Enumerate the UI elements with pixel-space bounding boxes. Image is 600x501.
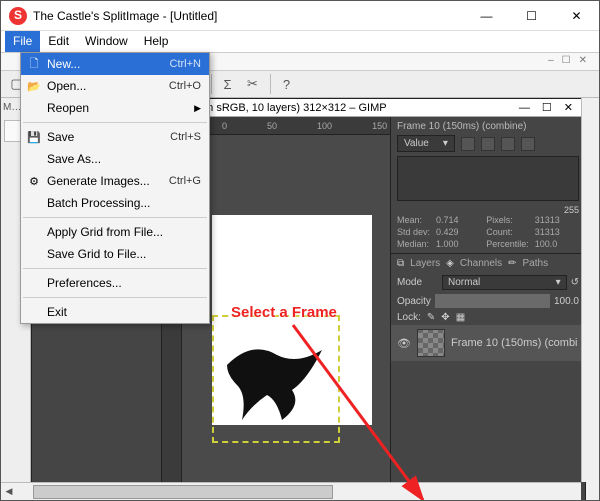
menu-help[interactable]: Help — [136, 31, 177, 52]
mode-label: Mode — [397, 277, 442, 288]
menu-edit[interactable]: Edit — [40, 31, 77, 52]
dock-tabs: ⧉ Layers ◈ Channels ✏ Paths — [391, 254, 585, 273]
histogram-stats: Mean:0.714 Pixels:31313 Std dev:0.429 Co… — [397, 215, 579, 249]
gimp-close-icon[interactable]: ✕ — [564, 101, 573, 114]
menu-item-generate-images[interactable]: ⚙Generate Images...Ctrl+G — [21, 170, 209, 192]
hist-max: 255 — [397, 205, 579, 215]
menu-item-label: Save Grid to File... — [43, 247, 201, 261]
menu-item-label: Save — [43, 130, 170, 144]
menu-window[interactable]: Window — [77, 31, 136, 52]
ruler-x: 050100150 — [182, 117, 390, 135]
menu-item-icon: 🗋 — [25, 55, 43, 74]
histogram-channel[interactable]: Value▾ — [397, 135, 455, 152]
menu-file[interactable]: File — [5, 31, 40, 52]
menu-item-exit[interactable]: Exit — [21, 301, 209, 323]
menu-item-label: Save As... — [43, 152, 201, 166]
help-icon[interactable]: ? — [275, 73, 298, 96]
mdi-close-icon[interactable]: ✕ — [575, 53, 591, 70]
menu-item-label: New... — [43, 57, 170, 71]
annotation-text: Select a Frame — [231, 304, 337, 321]
menu-item-shortcut: Ctrl+N — [170, 58, 201, 70]
menu-item-label: Exit — [43, 305, 201, 319]
menu-item-label: Batch Processing... — [43, 196, 201, 210]
gimp-min-icon[interactable]: — — [519, 102, 530, 114]
menu-item-shortcut: Ctrl+O — [169, 80, 201, 92]
file-menu-dropdown: 🗋New...Ctrl+N📂Open...Ctrl+OReopen▶💾SaveC… — [20, 52, 210, 324]
lock-label: Lock: — [397, 312, 421, 323]
menu-item-icon: 💾 — [25, 131, 43, 144]
scroll-left-icon[interactable]: ◀ — [1, 484, 17, 500]
menu-item-shortcut: Ctrl+S — [170, 131, 201, 143]
mode-select[interactable]: Normal▾ — [442, 275, 567, 290]
menu-item-label: Apply Grid from File... — [43, 225, 201, 239]
frame-label: Frame 10 (150ms) (combine) — [397, 121, 579, 132]
menu-item-save-grid-to-file[interactable]: Save Grid to File... — [21, 243, 209, 265]
h-scroll-thumb[interactable] — [33, 485, 333, 499]
menu-item-save[interactable]: 💾SaveCtrl+S — [21, 126, 209, 148]
layer-name: Frame 10 (150ms) (combi — [451, 337, 578, 349]
gimp-max-icon[interactable]: ☐ — [542, 101, 552, 114]
sigma-icon[interactable]: Σ — [216, 73, 239, 96]
lock-pixels-icon[interactable]: ✎ — [427, 312, 435, 323]
histogram — [397, 156, 579, 201]
menu-item-label: Open... — [43, 79, 169, 93]
minimize-button[interactable]: — — [464, 1, 509, 31]
h-scrollbar[interactable]: ◀ — [1, 482, 581, 500]
mdi-max-icon[interactable]: ☐ — [558, 53, 575, 70]
menu-item-label: Reopen — [43, 101, 194, 115]
visibility-icon[interactable]: 👁 — [397, 337, 411, 350]
tab-channels[interactable]: Channels — [460, 258, 502, 269]
menu-item-icon: ⚙ — [25, 175, 43, 188]
maximize-button[interactable]: ☐ — [509, 1, 554, 31]
window-title: The Castle's SplitImage - [Untitled] — [33, 9, 464, 23]
app-icon — [9, 7, 27, 25]
hist-log-icon[interactable] — [481, 137, 495, 151]
menu-item-preferences[interactable]: Preferences... — [21, 272, 209, 294]
menu-item-apply-grid-from-file[interactable]: Apply Grid from File... — [21, 221, 209, 243]
hist-opt1-icon[interactable] — [501, 137, 515, 151]
lock-alpha-icon[interactable]: ▦ — [456, 312, 465, 323]
layer-thumb — [417, 329, 445, 357]
menu-item-new[interactable]: 🗋New...Ctrl+N — [21, 53, 209, 75]
close-button[interactable]: ✕ — [554, 1, 599, 31]
v-scrollbar[interactable] — [581, 98, 599, 482]
bird-image — [222, 335, 332, 425]
menu-item-reopen[interactable]: Reopen▶ — [21, 97, 209, 119]
tab-layers[interactable]: Layers — [410, 258, 440, 269]
tab-paths[interactable]: Paths — [523, 258, 549, 269]
layer-row[interactable]: 👁 Frame 10 (150ms) (combi — [391, 325, 585, 361]
titlebar: The Castle's SplitImage - [Untitled] — ☐… — [1, 1, 599, 31]
opacity-value: 100.0 — [554, 296, 579, 307]
menu-item-save-as[interactable]: Save As... — [21, 148, 209, 170]
submenu-arrow-icon: ▶ — [194, 103, 201, 114]
crop-icon[interactable]: ✂ — [241, 73, 264, 96]
menu-item-open[interactable]: 📂Open...Ctrl+O — [21, 75, 209, 97]
hist-linear-icon[interactable] — [461, 137, 475, 151]
opacity-slider[interactable] — [435, 294, 550, 308]
menu-item-icon: 📂 — [25, 80, 43, 93]
menu-item-shortcut: Ctrl+G — [169, 175, 201, 187]
menu-item-batch-processing[interactable]: Batch Processing... — [21, 192, 209, 214]
gimp-right-dock: Frame 10 (150ms) (combine) Value▾ 255 Me… — [390, 117, 585, 500]
menu-item-label: Preferences... — [43, 276, 201, 290]
lock-position-icon[interactable]: ✥ — [441, 312, 449, 323]
menubar: File Edit Window Help — [1, 31, 599, 53]
mode-reset-icon[interactable]: ↺ — [571, 277, 579, 288]
opacity-label: Opacity — [397, 296, 431, 307]
mdi-min-icon[interactable]: ‒ — [544, 53, 558, 70]
hist-opt2-icon[interactable] — [521, 137, 535, 151]
menu-item-label: Generate Images... — [43, 174, 169, 188]
